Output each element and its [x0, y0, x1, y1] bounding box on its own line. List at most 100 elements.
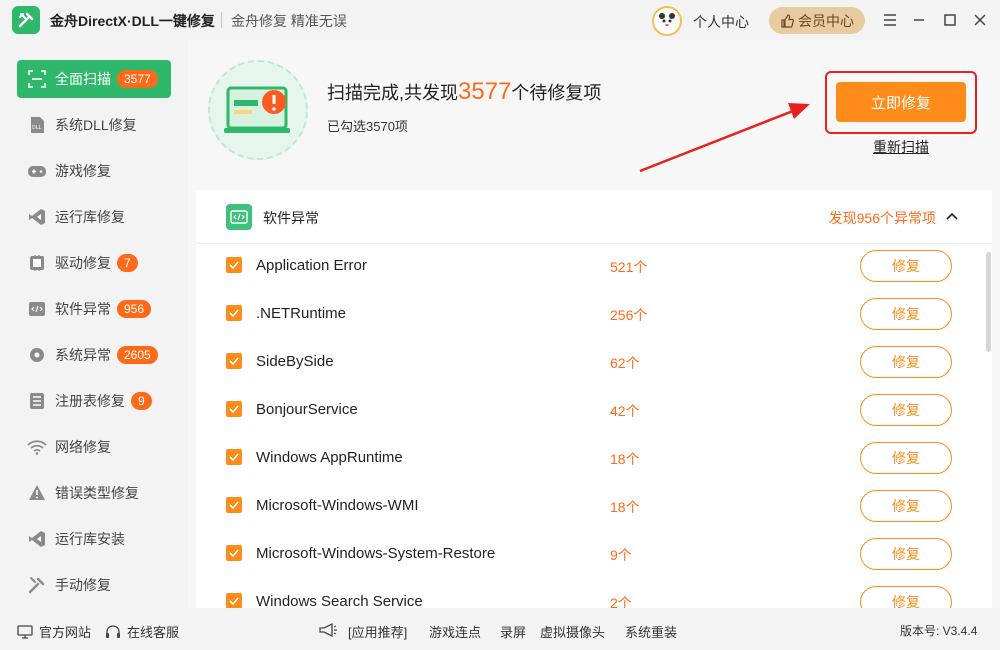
- sidebar-item-system-exception[interactable]: 系统异常 2605: [17, 336, 171, 374]
- footer-bar: 官方网站 在线客服 [应用推荐] 游戏连点 录屏 虚拟摄像头 系统重装 版本号:…: [0, 608, 1000, 650]
- title-bar: 金舟DirectX·DLL一键修复 金舟修复 精准无误 个人中心 会员中心: [0, 0, 1000, 40]
- row-name: Application Error: [256, 257, 367, 274]
- official-site-link[interactable]: 官方网站: [17, 622, 91, 641]
- maximize-icon[interactable]: [940, 10, 960, 30]
- scan-title-suffix: 个待修复项: [511, 83, 602, 103]
- user-center-link[interactable]: 个人中心: [693, 12, 749, 32]
- table-row: Microsoft-Windows-System-Restore 9个 修复: [196, 530, 976, 578]
- vip-center-button[interactable]: 会员中心: [769, 7, 865, 34]
- code-icon: [226, 204, 252, 230]
- sidebar: 全面扫描 3577 DLL 系统DLL修复 游戏修复 运行库修复 驱动修复 7 …: [0, 40, 188, 608]
- gear-icon: [27, 345, 47, 365]
- sidebar-item-label: 运行库安装: [55, 531, 125, 547]
- footer-link-virtual-camera[interactable]: 虚拟摄像头: [540, 622, 605, 641]
- row-checkbox[interactable]: [226, 305, 242, 321]
- footer-link-auto-clicker[interactable]: 游戏连点: [429, 622, 481, 641]
- section-header[interactable]: 软件异常 发现956个异常项: [196, 190, 992, 244]
- sidebar-item-game-repair[interactable]: 游戏修复: [17, 152, 171, 190]
- row-count: 521个: [610, 259, 648, 275]
- row-checkbox[interactable]: [226, 353, 242, 369]
- count-badge: 2605: [117, 346, 158, 364]
- row-fix-button[interactable]: 修复: [860, 586, 952, 608]
- row-name: Windows Search Service: [256, 593, 423, 608]
- sidebar-item-label: 网络修复: [55, 439, 111, 455]
- sidebar-item-full-scan[interactable]: 全面扫描 3577: [17, 60, 171, 98]
- footer-link-system-reinstall[interactable]: 系统重装: [625, 622, 677, 641]
- version-text: 版本号: V3.4.4: [900, 624, 978, 638]
- wifi-icon: [27, 437, 47, 457]
- selected-count-text: 已勾选3570项: [327, 119, 408, 134]
- row-count: 256个: [610, 307, 648, 323]
- title-divider: [221, 12, 222, 28]
- monitor-icon: [17, 624, 33, 639]
- row-fix-button[interactable]: 修复: [860, 442, 952, 474]
- row-name: BonjourService: [256, 401, 358, 418]
- scan-summary-panel: 扫描完成,共发现3577个待修复项 已勾选3570项 立即修复 重新扫描: [188, 40, 1000, 185]
- close-icon[interactable]: [970, 10, 990, 30]
- sidebar-item-runtime-install[interactable]: 运行库安装: [17, 520, 171, 558]
- gamepad-icon: [27, 161, 47, 181]
- vip-center-label: 会员中心: [798, 12, 854, 29]
- megaphone-icon: [318, 622, 338, 638]
- menu-icon[interactable]: [880, 10, 900, 30]
- count-badge: 3577: [117, 70, 158, 88]
- row-fix-button[interactable]: 修复: [860, 394, 952, 426]
- chevron-up-icon[interactable]: [944, 208, 960, 224]
- scan-title-prefix: 扫描完成,共发现: [327, 83, 459, 103]
- app-title: 金舟DirectX·DLL一键修复: [50, 13, 215, 29]
- online-service-link[interactable]: 在线客服: [105, 622, 179, 641]
- sidebar-item-label: 游戏修复: [55, 163, 111, 179]
- row-count: 42个: [610, 403, 640, 419]
- row-checkbox[interactable]: [226, 257, 242, 273]
- row-fix-button[interactable]: 修复: [860, 298, 952, 330]
- row-count: 62个: [610, 355, 640, 371]
- app-logo-icon: [12, 6, 40, 34]
- sidebar-item-system-dll[interactable]: DLL 系统DLL修复: [17, 106, 171, 144]
- row-fix-button[interactable]: 修复: [860, 250, 952, 282]
- row-count: 2个: [610, 595, 632, 608]
- sidebar-item-runtime-repair[interactable]: 运行库修复: [17, 198, 171, 236]
- section-found-count: 发现956个异常项: [828, 210, 936, 226]
- sidebar-item-software-exception[interactable]: 软件异常 956: [17, 290, 171, 328]
- sidebar-item-driver-repair[interactable]: 驱动修复 7: [17, 244, 171, 282]
- table-row: .NETRuntime 256个 修复: [196, 290, 976, 338]
- scan-issue-count: 3577: [458, 78, 512, 105]
- sidebar-item-label: 系统DLL修复: [55, 117, 137, 133]
- online-service-label: 在线客服: [127, 625, 180, 640]
- row-count: 18个: [610, 499, 640, 515]
- sidebar-item-label: 错误类型修复: [55, 485, 139, 501]
- sidebar-item-error-type-repair[interactable]: 错误类型修复: [17, 474, 171, 512]
- row-checkbox[interactable]: [226, 497, 242, 513]
- driver-icon: [27, 253, 47, 273]
- warning-icon: [27, 483, 47, 503]
- code-icon: [27, 299, 47, 319]
- row-name: Microsoft-Windows-WMI: [256, 497, 419, 514]
- fix-now-button[interactable]: 立即修复: [836, 82, 966, 122]
- minimize-icon[interactable]: [909, 10, 929, 30]
- table-row: Windows Search Service 2个 修复: [196, 578, 976, 608]
- footer-link-screen-record[interactable]: 录屏: [500, 622, 526, 641]
- sidebar-item-label: 注册表修复: [55, 393, 125, 409]
- row-fix-button[interactable]: 修复: [860, 346, 952, 378]
- sidebar-item-registry-repair[interactable]: 注册表修复 9: [17, 382, 171, 420]
- avatar[interactable]: [652, 6, 682, 36]
- svg-text:DLL: DLL: [32, 125, 42, 131]
- rescan-link[interactable]: 重新扫描: [873, 137, 929, 157]
- row-name: Microsoft-Windows-System-Restore: [256, 545, 496, 562]
- row-checkbox[interactable]: [226, 545, 242, 561]
- section-title: 软件异常: [263, 210, 319, 226]
- scrollbar[interactable]: [986, 252, 991, 352]
- sidebar-item-label: 运行库修复: [55, 209, 125, 225]
- headset-icon: [106, 624, 120, 638]
- row-fix-button[interactable]: 修复: [860, 490, 952, 522]
- scan-icon: [27, 69, 47, 89]
- row-checkbox[interactable]: [226, 593, 242, 608]
- row-checkbox[interactable]: [226, 401, 242, 417]
- row-fix-button[interactable]: 修复: [860, 538, 952, 570]
- table-row: Application Error 521个 修复: [196, 242, 976, 290]
- sidebar-item-network-repair[interactable]: 网络修复: [17, 428, 171, 466]
- row-name: .NETRuntime: [256, 305, 347, 322]
- sidebar-item-manual-repair[interactable]: 手动修复: [17, 566, 171, 604]
- row-checkbox[interactable]: [226, 449, 242, 465]
- thumb-up-icon: [781, 13, 794, 28]
